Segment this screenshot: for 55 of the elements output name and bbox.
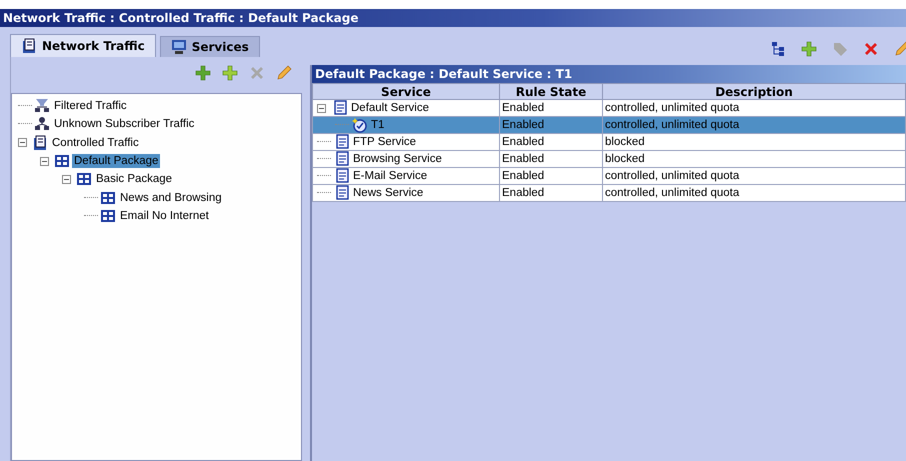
table-cell: News Service [353, 187, 424, 199]
tree-item[interactable]: Unknown Subscriber Traffic [52, 117, 196, 132]
column-header[interactable]: Rule State [500, 84, 602, 100]
add-icon[interactable] [222, 65, 238, 81]
tree-item[interactable]: Basic Package [94, 172, 174, 186]
document-icon [32, 134, 48, 151]
window-title: Network Traffic : Controlled Traffic : Default Package [0, 9, 906, 27]
table-cell: controlled, unlimited quota [602, 116, 906, 134]
table-cell: controlled, unlimited quota [602, 184, 906, 202]
tree-item[interactable]: Filtered Traffic [52, 99, 129, 114]
tree-item[interactable]: Email No Internet [118, 208, 211, 223]
collapse-icon[interactable] [317, 104, 326, 112]
tree-item[interactable]: Default Package [72, 154, 160, 168]
table-cell: T1 [371, 119, 384, 131]
scroll-icon [334, 168, 350, 184]
grid-icon [76, 171, 92, 188]
table-cell: Enabled [500, 168, 602, 184]
pencil-icon[interactable] [276, 65, 292, 81]
column-header[interactable]: Description [602, 84, 906, 100]
grid-icon [100, 208, 116, 224]
tab[interactable]: Network Traffic [10, 34, 156, 57]
grid-icon [54, 153, 70, 170]
table-cell: blocked [602, 134, 906, 150]
tab[interactable]: Services [160, 36, 260, 57]
monitor-icon [170, 39, 187, 55]
table-cell: Enabled [500, 100, 602, 116]
table-cell: Enabled [500, 150, 602, 168]
table-cell: Browsing Service [353, 153, 442, 165]
collapse-icon[interactable] [62, 174, 71, 184]
table-cell: Enabled [500, 184, 602, 202]
pencil-icon[interactable] [894, 41, 906, 57]
scroll-icon [334, 134, 350, 150]
table-cell: Enabled [500, 134, 602, 150]
table-cell: E-Mail Service [353, 170, 428, 182]
delete-icon[interactable] [863, 41, 879, 57]
collapse-icon[interactable] [18, 138, 27, 148]
scroll-icon [332, 100, 348, 116]
table-cell: Default Service [351, 102, 429, 114]
add-icon[interactable] [195, 65, 211, 81]
table-cell: Enabled [500, 116, 602, 134]
tree-item[interactable]: Controlled Traffic [50, 136, 141, 150]
document-icon [21, 38, 37, 54]
column-header[interactable]: Service [312, 84, 500, 100]
collapse-icon[interactable] [40, 156, 49, 166]
panel-title: Default Package : Default Service : T1 [312, 65, 906, 83]
table-cell: controlled, unlimited quota [602, 100, 906, 116]
tree-icon[interactable] [770, 41, 786, 57]
add-icon[interactable] [801, 41, 817, 57]
scroll-icon [334, 185, 350, 201]
scroll-icon [334, 151, 350, 167]
tree-item[interactable]: News and Browsing [118, 190, 224, 205]
table-cell: controlled, unlimited quota [602, 168, 906, 184]
table-cell: FTP Service [353, 136, 416, 148]
grid-icon [100, 190, 116, 206]
table-cell: blocked [602, 150, 906, 168]
